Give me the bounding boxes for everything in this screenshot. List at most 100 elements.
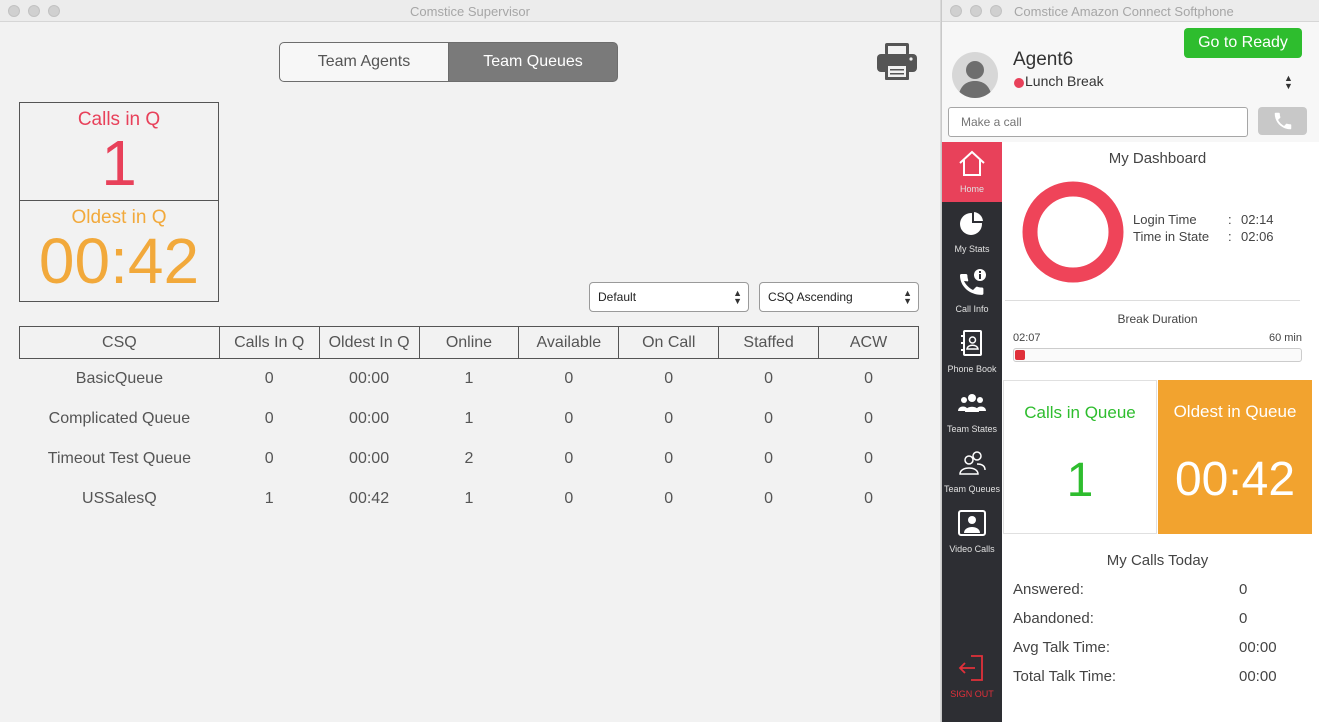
table-cell: 0 [664, 409, 674, 427]
break-progress-bar [1013, 348, 1302, 362]
select-arrows-icon: ▲ ▼ [733, 288, 742, 306]
column-header-available[interactable]: Available [518, 326, 620, 359]
queue-table: CSQ Calls In Q Oldest In Q Online Availa… [19, 326, 919, 519]
table-cell: 0 [564, 449, 574, 467]
table-cell: 0 [864, 449, 873, 467]
table-cell: 1 [464, 489, 474, 507]
table-cell: 1 [464, 409, 474, 427]
sign-out-button[interactable]: SIGN OUT [942, 647, 1002, 707]
today-label: Answered: [1013, 581, 1084, 598]
column-header-staffed[interactable]: Staffed [718, 326, 820, 359]
my-dashboard: My Dashboard Login Time : 02:14 Time in … [1003, 142, 1312, 720]
calls-in-queue-value: 1 [1066, 454, 1094, 507]
table-cell: 0 [664, 449, 674, 467]
kv-separator: : [1228, 212, 1232, 227]
nav-team-queues[interactable]: Team Queues [942, 442, 1002, 502]
today-value: 0 [1239, 581, 1248, 598]
home-icon [959, 150, 985, 176]
nav-label: Call Info [955, 304, 989, 314]
time-in-state-value: 02:06 [1241, 229, 1274, 244]
login-time-label: Login Time [1133, 212, 1197, 227]
phone-book-icon [961, 330, 982, 356]
today-row-answered: Answered: 0 [1013, 581, 1303, 598]
table-row[interactable]: Complicated Queue 0 00:00 1 0 0 0 0 [20, 399, 919, 439]
filter-select-value: Default [598, 290, 637, 304]
make-call-input[interactable] [948, 107, 1248, 137]
phone-icon [1274, 112, 1291, 130]
table-cell: 1 [464, 369, 474, 387]
today-row-avg-talk-time: Avg Talk Time: 00:00 [1013, 639, 1303, 656]
status-indicator-icon [1014, 78, 1024, 88]
calls-in-queue-tile: Calls in Queue 1 [1003, 380, 1157, 534]
nav-team-states[interactable]: Team States [942, 382, 1002, 442]
table-cell: USSalesQ [82, 489, 157, 507]
table-row[interactable]: Timeout Test Queue 0 00:00 2 0 0 0 0 [20, 439, 919, 479]
close-window-button[interactable] [950, 5, 962, 17]
supervisor-titlebar: Comstice Supervisor [0, 0, 940, 22]
printer-icon[interactable] [876, 42, 918, 82]
oldest-in-queue-label: Oldest in Queue [1173, 402, 1297, 421]
table-cell: 0 [664, 489, 674, 507]
minimize-window-button[interactable] [970, 5, 982, 17]
tab-team-queues[interactable]: Team Queues [448, 42, 618, 82]
filter-select[interactable]: Default ▲ ▼ [589, 282, 749, 312]
table-cell: 0 [864, 409, 873, 427]
table-cell: 00:42 [349, 489, 390, 507]
break-progress-fill [1015, 350, 1025, 360]
sign-out-icon [958, 655, 983, 681]
nav-label: Video Calls [949, 544, 995, 554]
nav-video-calls[interactable]: Video Calls [942, 502, 1002, 562]
table-cell: 0 [264, 409, 274, 427]
nav-call-info[interactable]: Call Info [942, 262, 1002, 322]
divider [1005, 300, 1300, 301]
sign-out-label: SIGN OUT [950, 689, 994, 699]
agent-status-select[interactable]: Lunch Break [1025, 73, 1104, 89]
sort-select-value: CSQ Ascending [768, 290, 853, 304]
table-cell: 00:00 [349, 409, 390, 427]
table-row[interactable]: USSalesQ 1 00:42 1 0 0 0 0 [20, 479, 919, 519]
table-row[interactable]: BasicQueue 0 00:00 1 0 0 0 0 [20, 359, 919, 399]
table-cell: 2 [464, 449, 474, 467]
sort-select[interactable]: CSQ Ascending ▲ ▼ [759, 282, 919, 312]
table-cell: 0 [264, 369, 274, 387]
table-cell: 0 [564, 489, 574, 507]
video-call-icon [958, 510, 986, 536]
table-cell: 0 [764, 369, 774, 387]
calls-in-queue-panel: Calls in Q 1 [19, 102, 219, 201]
pie-chart-icon [960, 209, 986, 235]
go-to-ready-button[interactable]: Go to Ready [1184, 28, 1302, 58]
column-header-on-call[interactable]: On Call [618, 326, 720, 359]
dashboard-title: My Dashboard [1108, 150, 1207, 167]
call-button[interactable] [1258, 107, 1307, 135]
column-header-online[interactable]: Online [418, 326, 520, 359]
supervisor-window: Comstice Supervisor Team Agents Team Que… [0, 0, 940, 722]
agent-name: Agent6 [1013, 49, 1074, 70]
tab-team-agents[interactable]: Team Agents [279, 42, 449, 82]
login-time-value: 02:14 [1241, 212, 1274, 227]
column-header-csq[interactable]: CSQ [19, 326, 220, 359]
break-limit: 60 min [1268, 332, 1302, 344]
nav-my-stats[interactable]: My Stats [942, 202, 1002, 262]
table-cell: BasicQueue [75, 369, 163, 387]
table-cell: 0 [764, 449, 774, 467]
table-cell: 0 [764, 489, 774, 507]
nav-phone-book[interactable]: Phone Book [942, 322, 1002, 382]
oldest-in-queue-panel: Oldest in Q 00:42 [19, 200, 219, 302]
today-value: 00:00 [1239, 668, 1277, 685]
table-cell: 0 [764, 409, 774, 427]
zoom-window-button[interactable] [990, 5, 1002, 17]
time-in-state-label: Time in State [1133, 229, 1210, 244]
column-header-calls-in-q[interactable]: Calls In Q [218, 326, 320, 359]
nav-home[interactable]: Home [942, 142, 1002, 202]
oldest-in-queue-value: 00:42 [38, 225, 200, 297]
team-icon [958, 394, 986, 412]
nav-label: Team Queues [943, 484, 1001, 494]
column-header-acw[interactable]: ACW [818, 326, 919, 359]
table-cell: 0 [264, 449, 274, 467]
nav-label: Team States [946, 424, 998, 434]
select-arrows-icon[interactable]: ▲ ▼ [1284, 74, 1293, 91]
today-label: Total Talk Time: [1013, 668, 1117, 685]
today-label: Abandoned: [1013, 610, 1094, 627]
column-header-oldest-in-q[interactable]: Oldest In Q [318, 326, 420, 359]
oldest-in-queue-value: 00:42 [1174, 453, 1296, 506]
